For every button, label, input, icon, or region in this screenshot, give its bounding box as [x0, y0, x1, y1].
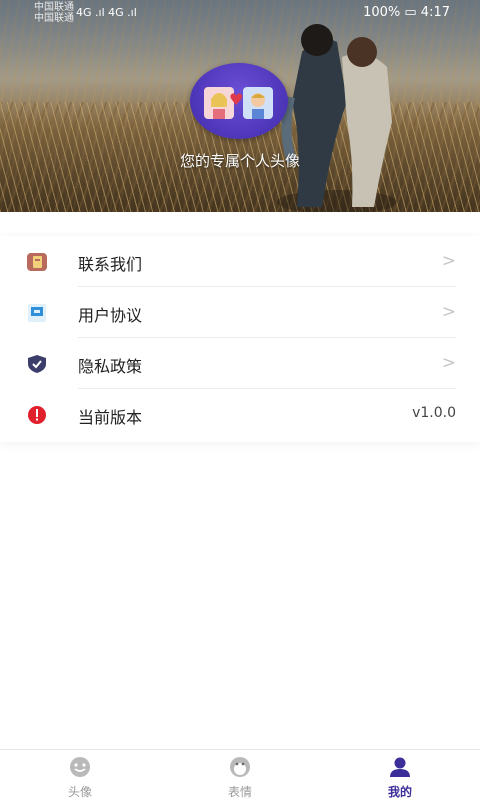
avatar-caption: 您的专属个人头像 [179, 152, 300, 170]
avatar[interactable]: ♥ [190, 63, 288, 139]
menu-item-label: 用户协议 [78, 306, 143, 325]
status-bar: 中国联通 中国联通 4G .ıl 4G .ıl 100% ▭ 4:17 [0, 0, 480, 26]
tab-avatar[interactable]: 头像 [0, 750, 160, 801]
smiley-icon [70, 757, 90, 777]
tab-mine[interactable]: 我的 [320, 750, 480, 801]
menu-item-label: 当前版本 [78, 408, 143, 427]
contact-book-icon [27, 253, 47, 271]
shield-check-icon [28, 355, 46, 373]
avatar-boy-tile [243, 87, 273, 119]
tab-label: 表情 [227, 785, 252, 799]
signal-indicator: 4G .ıl 4G .ıl [76, 6, 137, 19]
carrier-line2: 中国联通 [34, 13, 74, 24]
tab-label: 我的 [387, 785, 412, 799]
bottom-navigation: 头像 表情 我的 [0, 749, 480, 801]
menu-item-privacy-policy[interactable]: 隐私政策 > [0, 338, 480, 389]
battery-time: 100% ▭ 4:17 [363, 5, 450, 20]
menu-item-label: 隐私政策 [78, 357, 143, 376]
chevron-right-icon: > [441, 353, 456, 373]
penguin-icon [230, 757, 250, 777]
settings-menu-card: 联系我们 > 用户协议 > 隐私政策 > 当前版本 v1.0.0 [0, 236, 480, 442]
carrier-label: 中国联通 中国联通 [34, 2, 74, 24]
menu-item-user-agreement[interactable]: 用户协议 > [0, 287, 480, 338]
chevron-right-icon: > [441, 251, 456, 271]
menu-item-current-version: 当前版本 v1.0.0 [0, 389, 480, 440]
menu-item-contact-us[interactable]: 联系我们 > [0, 236, 480, 287]
version-value: v1.0.0 [412, 405, 456, 421]
chevron-right-icon: > [441, 302, 456, 322]
user-icon [390, 757, 410, 777]
tab-stickers[interactable]: 表情 [160, 750, 320, 801]
menu-item-label: 联系我们 [78, 255, 143, 274]
heart-icon: ♥ [229, 90, 244, 109]
carrier-line1: 中国联通 [34, 2, 74, 13]
alert-icon [28, 406, 46, 424]
tab-label: 头像 [67, 785, 92, 799]
profile-header-banner: 中国联通 中国联通 4G .ıl 4G .ıl 100% ▭ 4:17 ♥ 您的… [0, 0, 480, 212]
document-icon [28, 304, 46, 322]
